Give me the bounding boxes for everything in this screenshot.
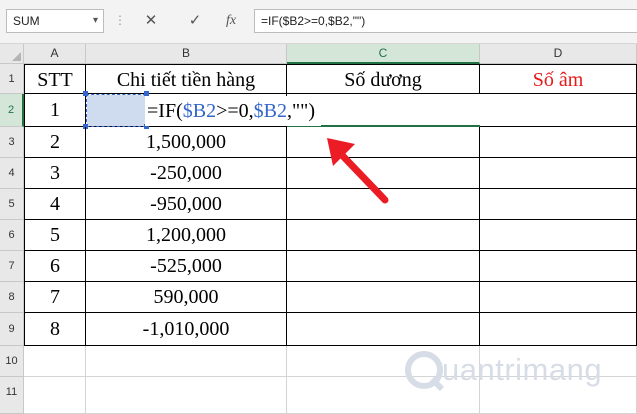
grip-icon: ⋮ bbox=[114, 13, 126, 27]
cell-d2[interactable] bbox=[480, 94, 637, 127]
cell-b1[interactable]: Chi tiết tiền hàng bbox=[86, 64, 287, 94]
red-arrow-icon bbox=[327, 138, 389, 204]
cell-a3[interactable]: 2 bbox=[24, 127, 86, 158]
row-header-5[interactable]: 5 bbox=[0, 189, 24, 220]
watermark-logo-icon bbox=[405, 351, 445, 392]
cell-a9[interactable]: 8 bbox=[24, 313, 86, 346]
select-all-corner[interactable] bbox=[0, 44, 24, 64]
cell-d8[interactable] bbox=[480, 282, 637, 313]
cell-a10[interactable] bbox=[24, 346, 86, 377]
cell-c1[interactable]: Số dương bbox=[287, 64, 480, 94]
row-header-10[interactable]: 10 bbox=[0, 346, 24, 377]
cell-d1[interactable]: Số âm bbox=[480, 64, 637, 94]
row-header-1[interactable]: 1 bbox=[0, 64, 24, 94]
cancel-icon[interactable]: ✕ bbox=[136, 9, 166, 33]
formula-reference: $B2 bbox=[253, 100, 287, 122]
cell-a8[interactable]: 7 bbox=[24, 282, 86, 313]
cell-c6[interactable] bbox=[287, 220, 480, 251]
row-header-9[interactable]: 9 bbox=[0, 313, 24, 346]
formula-prefix: =IF( bbox=[147, 100, 183, 122]
cell-a11[interactable] bbox=[24, 377, 86, 414]
column-header-c[interactable]: C bbox=[287, 44, 480, 64]
row-header-3[interactable]: 3 bbox=[0, 127, 24, 158]
formula-input[interactable]: =IF($B2>=0,$B2,"") bbox=[254, 9, 637, 33]
cell-a4[interactable]: 3 bbox=[24, 158, 86, 189]
cell-a7[interactable]: 6 bbox=[24, 251, 86, 282]
row-header-6[interactable]: 6 bbox=[0, 220, 24, 251]
cell-d7[interactable] bbox=[480, 251, 637, 282]
row-header-2[interactable]: 2 bbox=[0, 94, 24, 127]
cell-d5[interactable] bbox=[480, 189, 637, 220]
in-cell-formula-editor[interactable]: =IF($B2>=0,$B2,"") bbox=[145, 96, 321, 126]
cell-a1[interactable]: STT bbox=[24, 64, 86, 94]
cell-b5[interactable]: -950,000 bbox=[86, 189, 287, 220]
cell-b6[interactable]: 1,200,000 bbox=[86, 220, 287, 251]
column-header-b[interactable]: B bbox=[86, 44, 287, 64]
reference-marquee bbox=[86, 94, 146, 127]
row-header-8[interactable]: 8 bbox=[0, 282, 24, 313]
reference-handle[interactable] bbox=[83, 91, 88, 96]
name-box-value: SUM bbox=[13, 14, 40, 28]
row-header-7[interactable]: 7 bbox=[0, 251, 24, 282]
cell-c9[interactable] bbox=[287, 313, 480, 346]
watermark-text: uantrimang bbox=[442, 352, 603, 387]
name-box[interactable]: SUM ▾ bbox=[6, 9, 104, 33]
row-header-4[interactable]: 4 bbox=[0, 158, 24, 189]
cell-b4[interactable]: -250,000 bbox=[86, 158, 287, 189]
cell-b10[interactable] bbox=[86, 346, 287, 377]
cell-b7[interactable]: -525,000 bbox=[86, 251, 287, 282]
enter-icon[interactable]: ✓ bbox=[180, 9, 210, 33]
column-header-d[interactable]: D bbox=[480, 44, 637, 64]
cell-c7[interactable] bbox=[287, 251, 480, 282]
cell-d4[interactable] bbox=[480, 158, 637, 189]
cell-b9[interactable]: -1,010,000 bbox=[86, 313, 287, 346]
formula-suffix: ,"") bbox=[286, 100, 315, 122]
cell-d9[interactable] bbox=[480, 313, 637, 346]
formula-reference: $B2 bbox=[182, 100, 217, 122]
cell-a2[interactable]: 1 bbox=[24, 94, 86, 127]
cell-b3[interactable]: 1,500,000 bbox=[86, 127, 287, 158]
cell-b8[interactable]: 590,000 bbox=[86, 282, 287, 313]
cell-c8[interactable] bbox=[287, 282, 480, 313]
function-icon[interactable]: fx bbox=[216, 9, 246, 33]
cell-b11[interactable] bbox=[86, 377, 287, 414]
formula-middle: >=0, bbox=[216, 100, 254, 122]
row-header-11[interactable]: 11 bbox=[0, 377, 24, 414]
chevron-down-icon[interactable]: ▾ bbox=[93, 10, 98, 32]
column-header-a[interactable]: A bbox=[24, 44, 86, 64]
cell-a6[interactable]: 5 bbox=[24, 220, 86, 251]
cell-d3[interactable] bbox=[480, 127, 637, 158]
cell-a5[interactable]: 4 bbox=[24, 189, 86, 220]
cell-d6[interactable] bbox=[480, 220, 637, 251]
